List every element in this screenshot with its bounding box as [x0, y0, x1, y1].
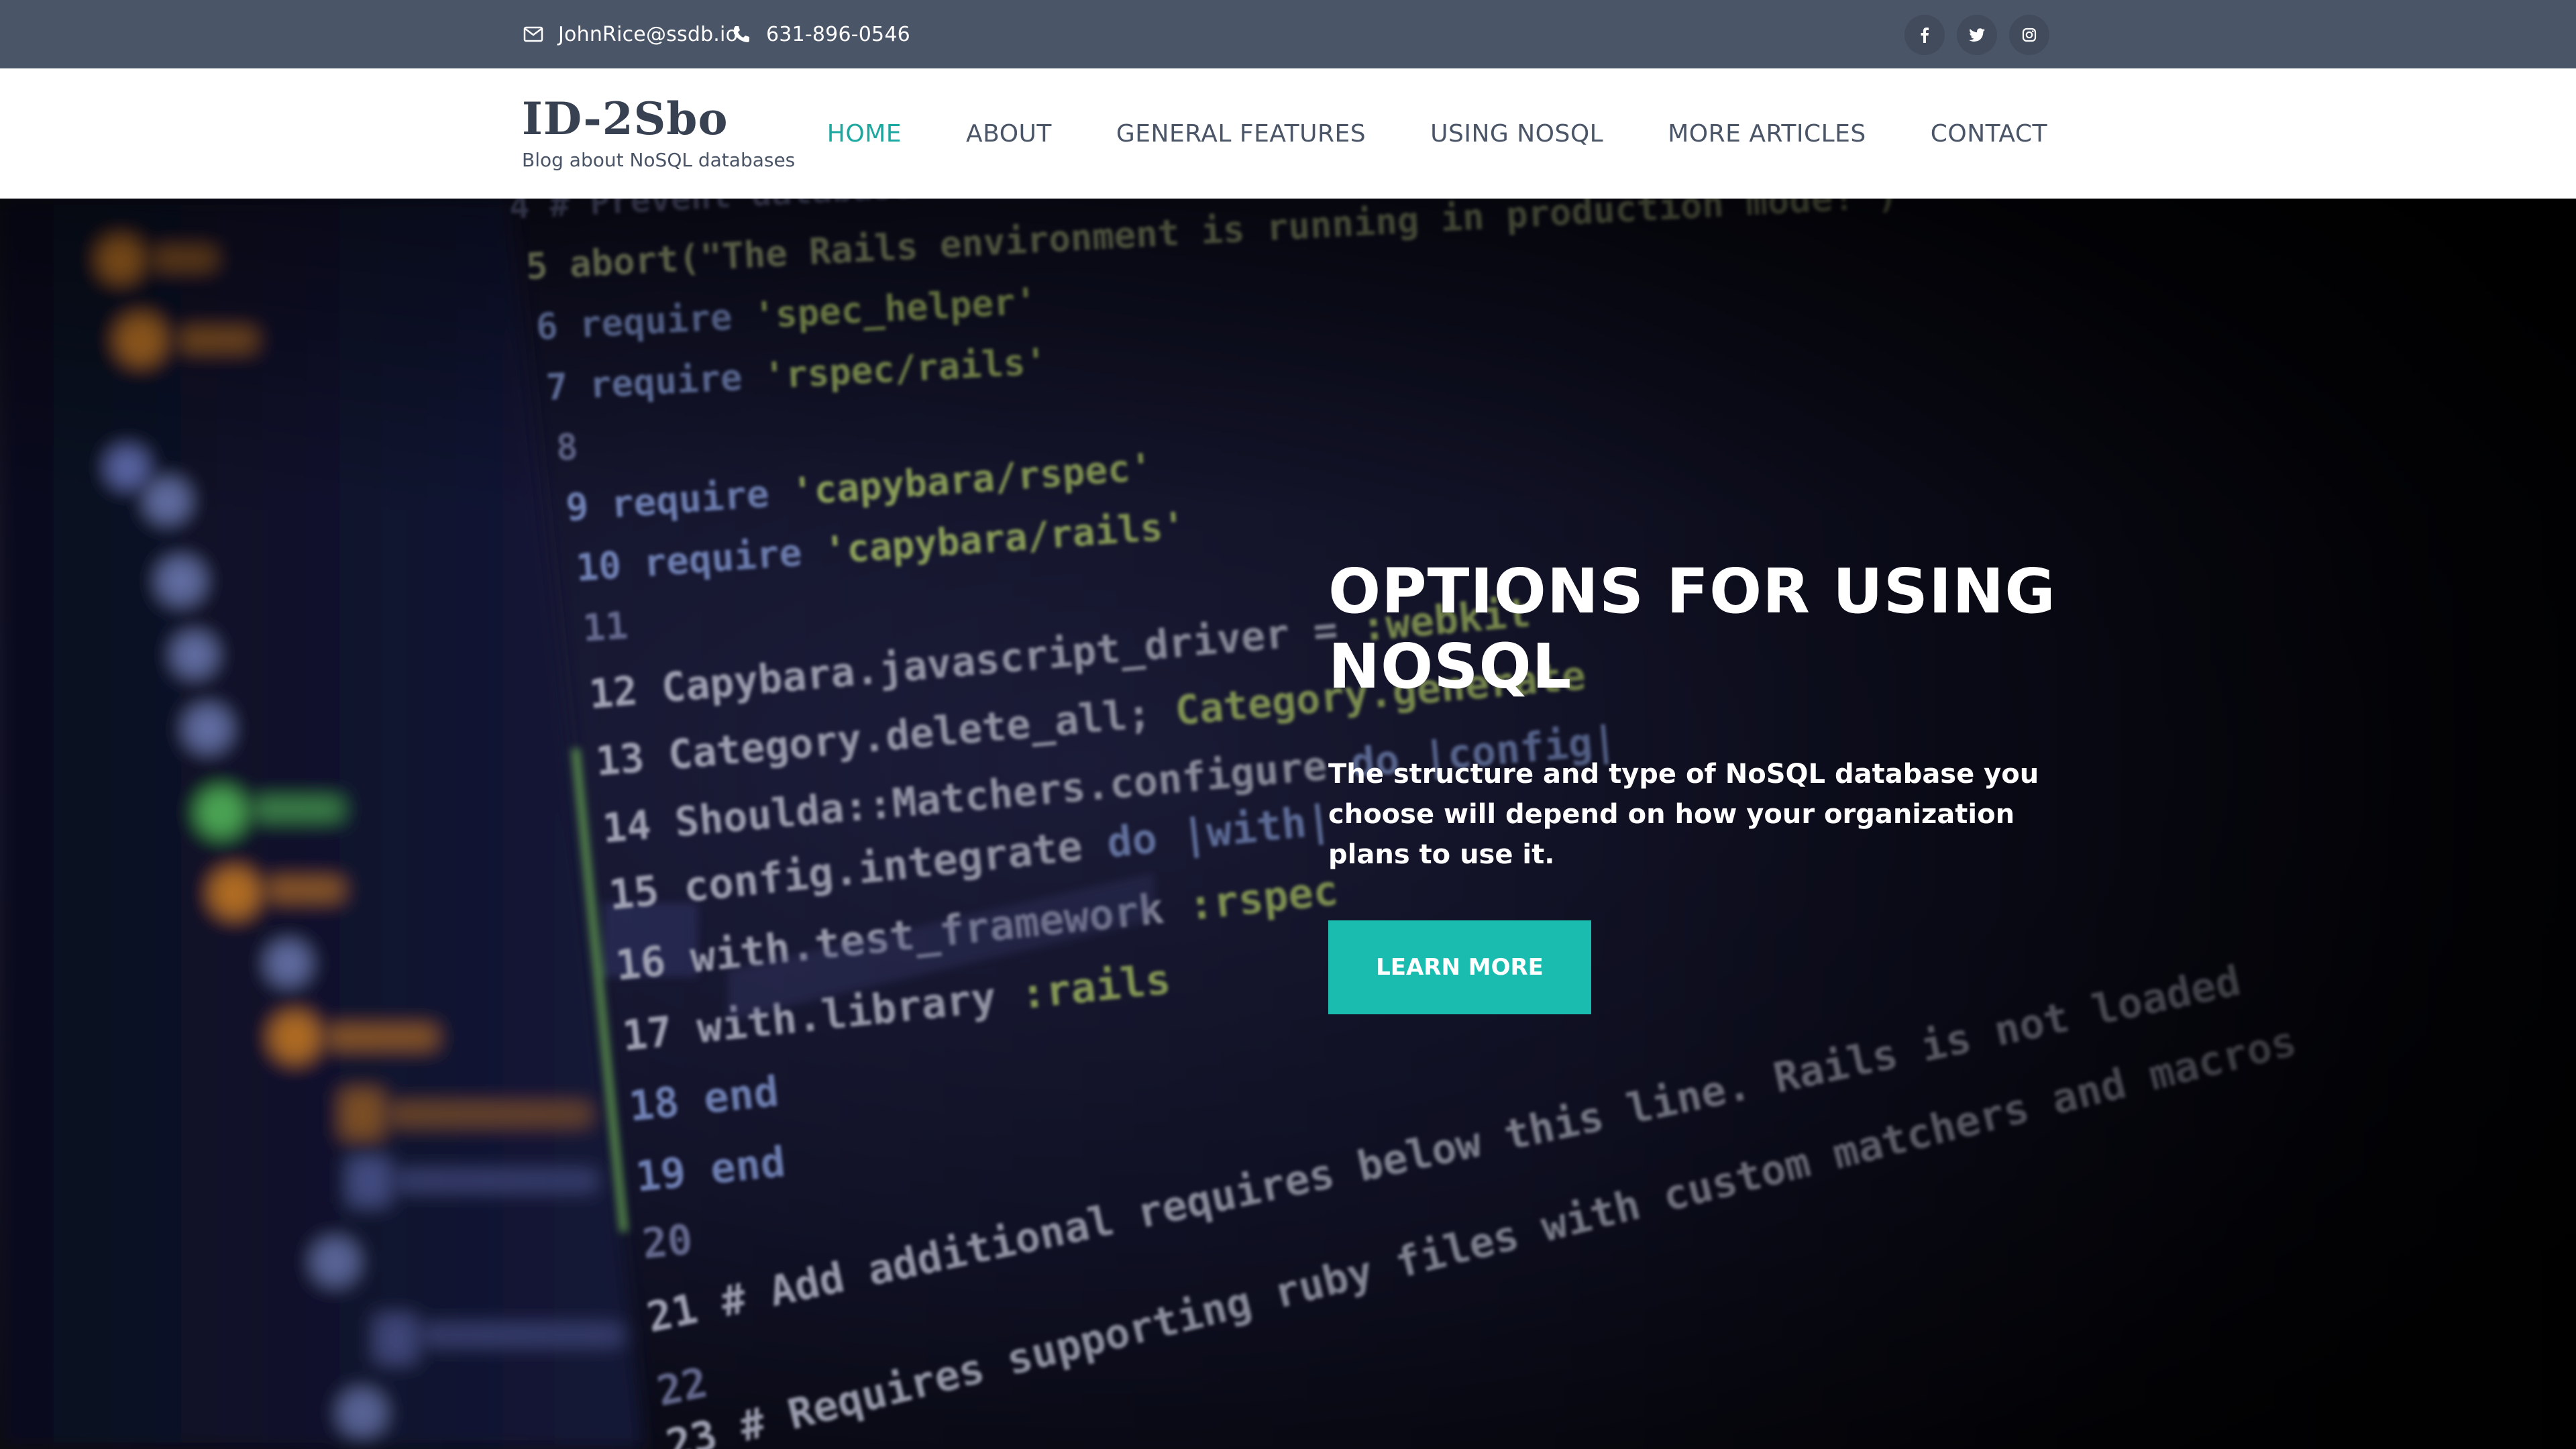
nav-about[interactable]: ABOUT [966, 120, 1052, 148]
facebook-link[interactable] [1904, 15, 1945, 55]
top-bar: JohnRice@ssdb.io 631-896-0546 [0, 0, 2576, 68]
site-title[interactable]: ID-2Sbo [522, 89, 795, 149]
email-contact[interactable]: JohnRice@ssdb.io [523, 0, 738, 68]
envelope-icon [523, 26, 543, 42]
phone-text: 631-896-0546 [766, 22, 910, 46]
email-text: JohnRice@ssdb.io [558, 22, 739, 46]
hero-subtitle: The structure and type of NoSQL database… [1328, 759, 2039, 870]
facebook-icon [1921, 28, 1929, 43]
site-header: ID-2Sbo Blog about NoSQL databases HOME … [0, 68, 2576, 199]
nav-home[interactable]: HOME [827, 120, 902, 148]
nav-contact[interactable]: CONTACT [1931, 120, 2047, 148]
phone-contact[interactable]: 631-896-0546 [731, 0, 910, 68]
nav-using-nosql[interactable]: USING NOSQL [1430, 120, 1603, 148]
twitter-icon [1969, 28, 1985, 42]
main-nav: HOME ABOUT GENERAL FEATURES USING NOSQL … [827, 68, 2047, 199]
nav-general-features[interactable]: GENERAL FEATURES [1116, 120, 1366, 148]
instagram-icon [2022, 28, 2037, 42]
hero-section: 4 # Prevent database truncation if the e… [0, 199, 2576, 1449]
brand[interactable]: ID-2Sbo Blog about NoSQL databases [522, 89, 795, 172]
hero-title: OPTIONS FOR USING NOSQL [1328, 555, 2056, 702]
nav-more-articles[interactable]: MORE ARTICLES [1668, 120, 1866, 148]
phone-icon [733, 26, 749, 42]
learn-more-button[interactable]: LEARN MORE [1328, 920, 1591, 1014]
site-tagline: Blog about NoSQL databases [522, 149, 796, 171]
hero-content: OPTIONS FOR USING NOSQL The structure an… [1328, 554, 2066, 1014]
instagram-link[interactable] [2009, 15, 2049, 55]
twitter-link[interactable] [1957, 15, 1997, 55]
code-editor-background-image: 4 # Prevent database truncation if the e… [0, 199, 2576, 1449]
